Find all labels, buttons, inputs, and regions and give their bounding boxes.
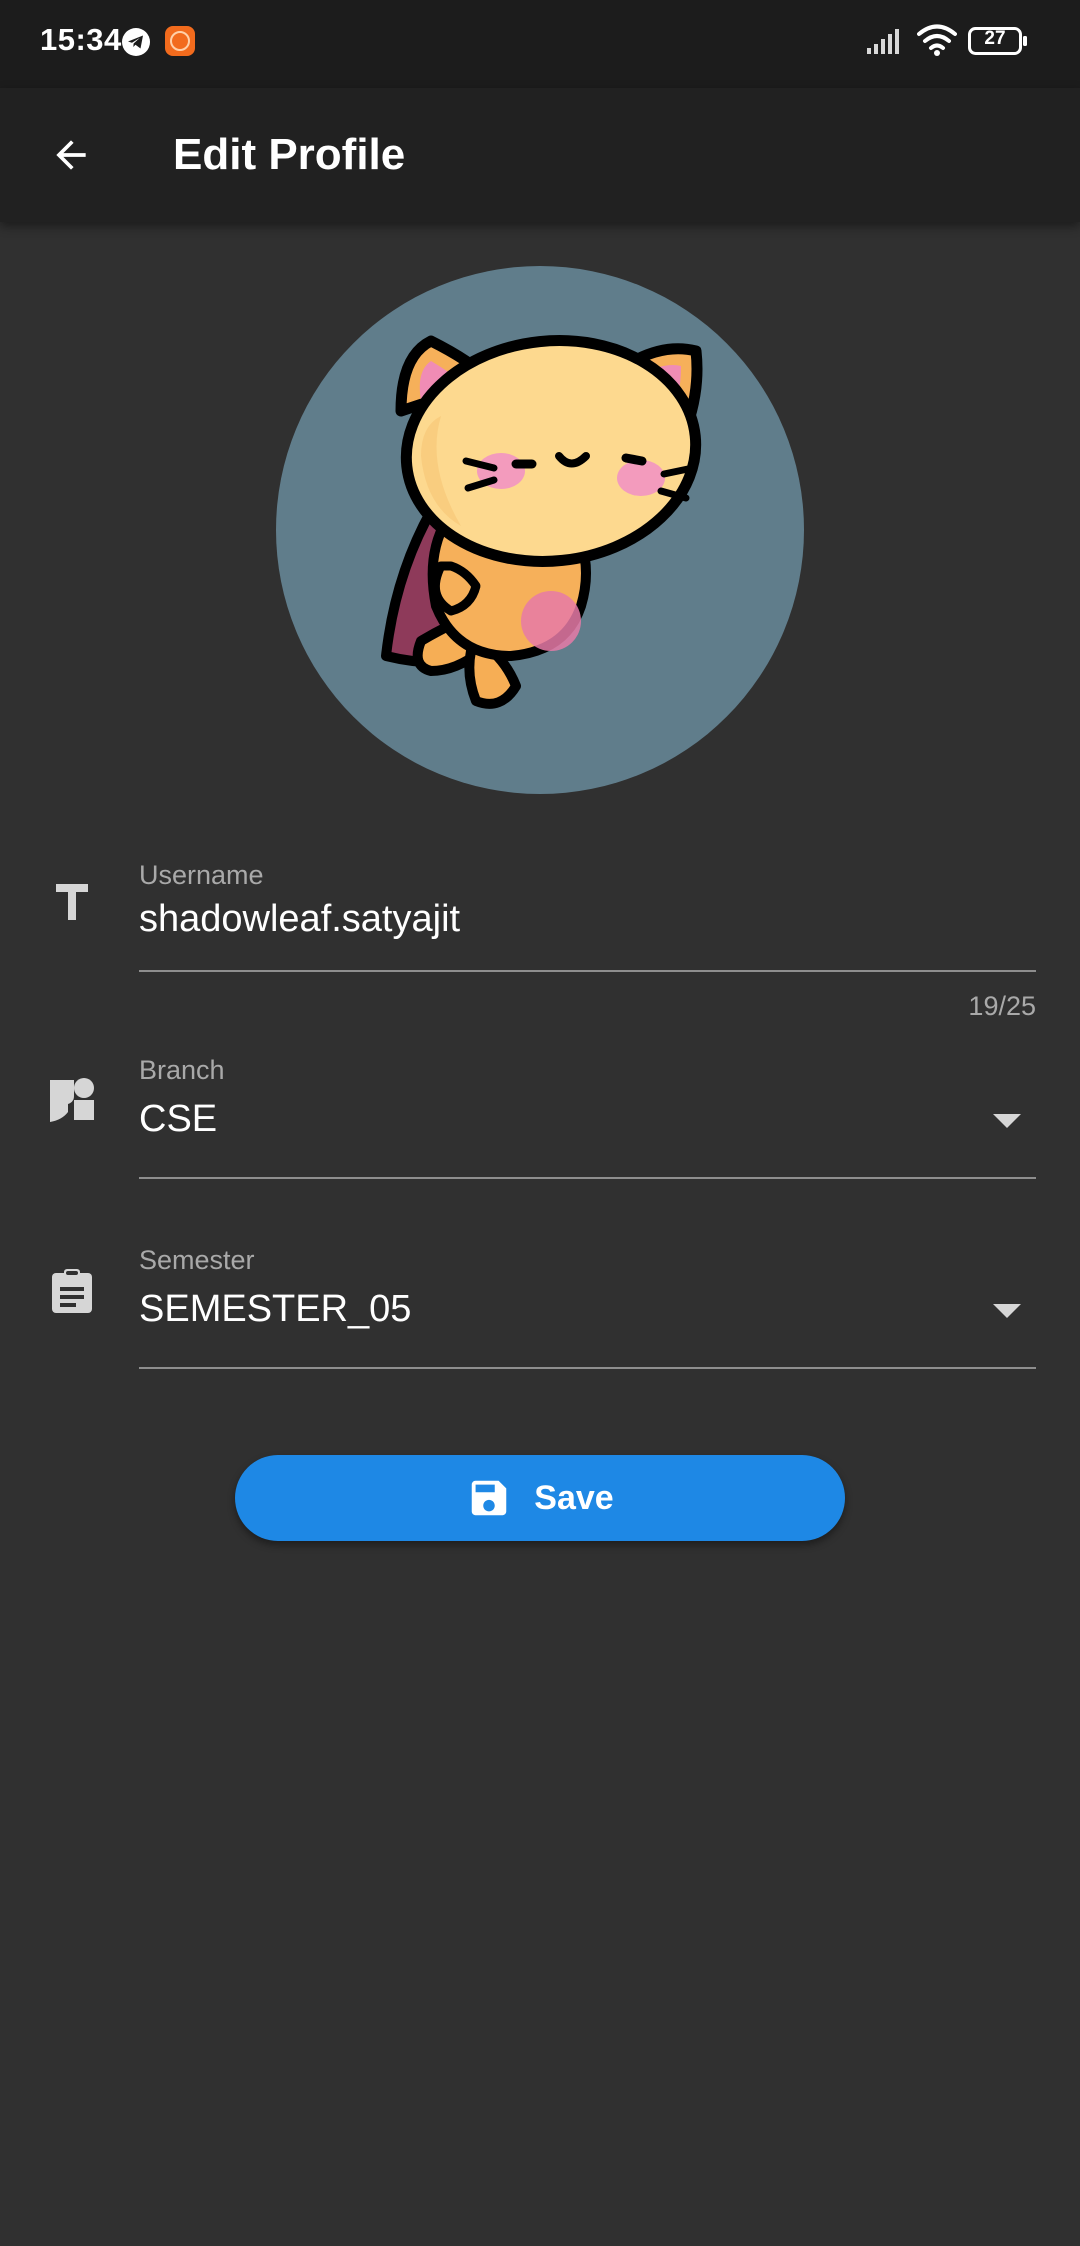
signal-icon xyxy=(867,29,899,54)
dropdown-arrow-icon xyxy=(993,1114,1021,1128)
branch-underline xyxy=(139,1177,1036,1179)
page-title: Edit Profile xyxy=(173,130,406,179)
text-fields-icon xyxy=(56,884,88,920)
semester-value: SEMESTER_05 xyxy=(139,1288,412,1330)
save-button-label: Save xyxy=(534,1478,614,1517)
save-button[interactable]: Save xyxy=(235,1455,845,1541)
cat-superhero-illustration xyxy=(381,335,703,709)
wifi-icon xyxy=(917,24,957,56)
app-notification-icon xyxy=(164,25,196,57)
branch-label: Branch xyxy=(139,1055,225,1085)
app-bar: Edit Profile xyxy=(0,88,1080,222)
username-label: Username xyxy=(139,860,264,890)
username-input[interactable]: shadowleaf.satyajit xyxy=(139,898,460,941)
username-underline xyxy=(139,970,1036,972)
username-char-counter: 19/25 xyxy=(968,991,1036,1021)
save-icon xyxy=(472,1480,507,1516)
assignment-icon xyxy=(52,1269,92,1313)
branch-value: CSE xyxy=(139,1098,218,1140)
battery-level: 27 xyxy=(984,28,1006,49)
telegram-icon xyxy=(122,28,150,56)
category-icon xyxy=(50,1078,94,1122)
battery-icon: 27 xyxy=(968,27,1028,55)
arrow-back-icon xyxy=(56,140,86,170)
status-time: 15:34 xyxy=(40,22,122,57)
branch-dropdown[interactable] xyxy=(139,1052,1036,1180)
dropdown-arrow-icon xyxy=(993,1304,1021,1318)
semester-underline xyxy=(139,1367,1036,1369)
semester-label: Semester xyxy=(139,1245,255,1275)
back-button[interactable] xyxy=(28,112,114,198)
avatar[interactable] xyxy=(276,266,804,794)
status-bar: 15:34 27 xyxy=(0,0,1080,88)
